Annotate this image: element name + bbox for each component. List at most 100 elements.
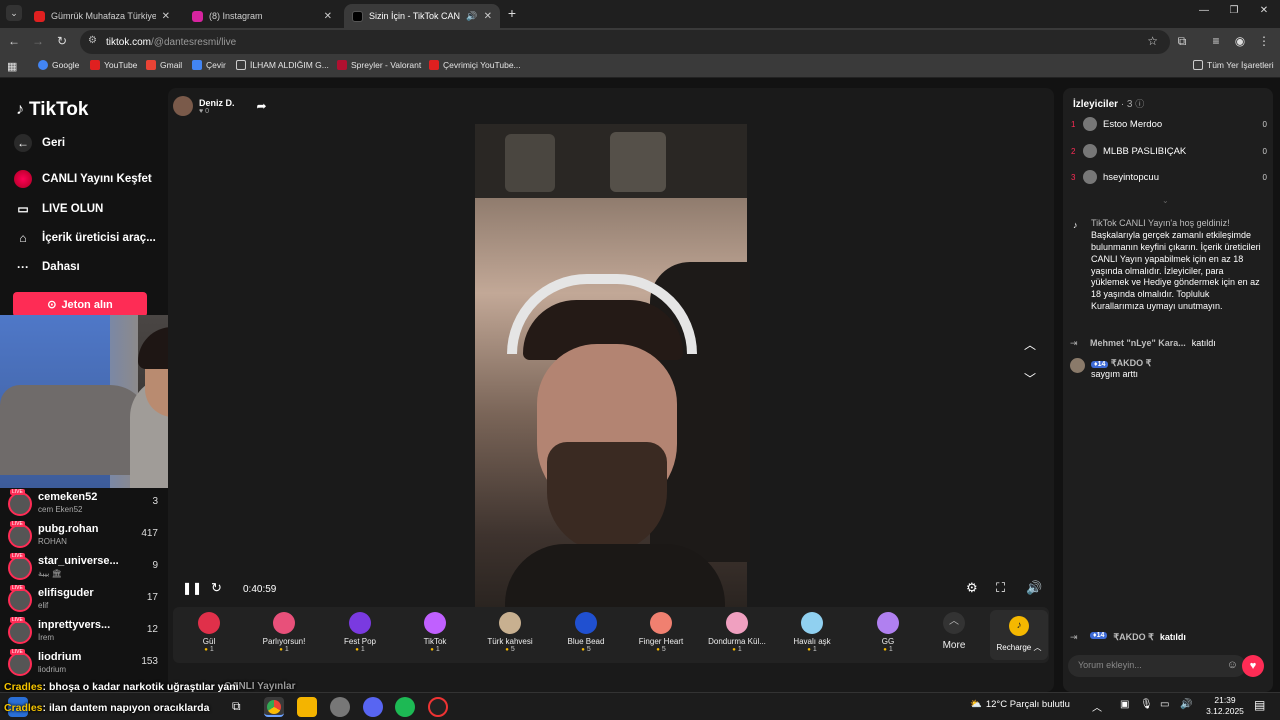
live-list-item[interactable]: LIVE elifisguder elif 17 [8,585,158,616]
comment-input[interactable]: Yorum ekleyin... ☺ [1068,655,1246,677]
forward-icon[interactable]: → [30,34,46,48]
pause-icon[interactable]: ❚❚ [182,581,202,595]
live-list-item[interactable]: LIVE cemeken52 cem Eken52 3 [8,489,158,520]
window-close-icon[interactable]: ✕ [1256,5,1272,16]
refresh-icon[interactable]: ↻ [211,580,222,596]
collapse-chevron-icon[interactable]: ⌄ [1162,196,1169,205]
bookmark-star-icon[interactable]: ☆ [1147,34,1158,48]
discord-icon[interactable] [363,697,383,717]
apps-grid-icon[interactable]: ▦ [7,60,17,73]
profile-icon[interactable]: ◉ [1232,34,1248,48]
tray-app-icon[interactable]: ▣ [1120,699,1129,710]
nav-creator-tools[interactable]: ⌂ İçerik üreticisi araç... [14,229,155,247]
welcome-title: TikTok CANLI Yayın'a hoş geldiniz! [1091,218,1230,228]
app-icon[interactable] [330,697,350,717]
gift-item[interactable]: Dondurma Kül...1 [699,612,775,653]
tab-instagram[interactable]: (8) Instagram ✕ [184,4,340,28]
welcome-message: ♪ TikTok CANLI Yayın'a hoş geldiniz! Baş… [1073,218,1263,313]
spotify-icon[interactable] [395,697,415,717]
tab-tiktok-live[interactable]: Sizin İçin - TikTok CANLI Ya 🔊 ✕ [344,4,500,28]
live-list-item[interactable]: LIVE star_universe... بيبة 🏛 9 [8,553,158,584]
buy-coins-button[interactable]: ⊙ Jeton alın [13,292,147,317]
notification-icon[interactable]: ▤ [1254,698,1265,712]
gift-item[interactable]: TikTok1 [397,612,473,653]
nav-live-explore[interactable]: CANLI Yayını Keşfet [14,170,152,188]
bookmark-translate[interactable]: Çevir [192,60,226,70]
bookmark-youtube[interactable]: YouTube [90,60,137,70]
settings-gear-icon[interactable]: ⚙ [966,580,978,596]
chat-username[interactable]: ₹AKDO ₹ [1113,632,1153,643]
volume-tray-icon[interactable]: 🔊 [1180,699,1192,710]
live-list-item[interactable]: LIVE liodrium liodrium 153 [8,649,158,680]
gift-more-button[interactable]: ︿ More [916,612,992,651]
viewer-row[interactable]: 2 MLBB PASLIBIÇAK 0 [1071,141,1267,161]
media-control-icon[interactable]: ≡ [1208,34,1224,48]
weather-widget[interactable]: ⛅ 12°C Parçalı bulutlu [970,699,1070,710]
info-icon[interactable]: ⓘ [1135,99,1144,109]
restore-icon[interactable]: ❐ [1226,5,1242,16]
new-tab-icon[interactable]: + [504,5,520,21]
gift-item[interactable]: Havalı aşk1 [774,612,850,653]
host-info[interactable]: Deniz D. ♥ 0 ➦ [173,94,267,118]
next-live-icon[interactable]: ﹀ [1024,370,1036,387]
all-bookmarks[interactable]: Tüm Yer İşaretleri [1193,60,1274,70]
tab-gumruk[interactable]: Gümrük Muhafaza Türkiye 27. E ✕ [26,4,178,28]
reload-icon[interactable]: ↻ [54,34,70,48]
tiktok-logo[interactable]: ♪ TikTok [16,99,88,121]
task-view-icon[interactable]: ⧉ [232,699,241,714]
like-heart-button[interactable]: ♥ [1242,655,1264,677]
address-bar[interactable]: ⚙ tiktok.com/@dantesresmi/live ☆ [80,30,1170,54]
microphone-icon[interactable]: 🎙 [1140,699,1153,710]
bookmark-spreyler[interactable]: Spreyler - Valorant [337,60,421,70]
bookmark-youtube-online[interactable]: Çevrimiçi YouTube... [429,60,521,70]
viewer-rank: 3 [1071,172,1076,182]
bookmark-ilham[interactable]: İLHAM ALDIĞIM G... [236,60,329,70]
network-icon[interactable]: ▭ [1160,699,1169,710]
bookmark-gmail[interactable]: Gmail [146,60,182,70]
chat-username[interactable]: ₹AKDO ₹ [1111,358,1151,368]
gift-price: 1 [171,646,247,653]
chat-username[interactable]: Mehmet "nLye" Kara... [1090,338,1186,348]
volume-icon[interactable]: 🔊 [1026,580,1042,596]
close-icon[interactable]: ✕ [162,11,170,22]
recharge-button[interactable]: ♪ Recharge ︿ [990,610,1048,660]
fullscreen-icon[interactable]: ⛶ [996,580,1005,596]
obs-icon[interactable] [428,697,448,717]
menu-dots-icon[interactable]: ⋮ [1256,34,1272,48]
close-icon[interactable]: ✕ [484,11,492,22]
gift-item[interactable]: Türk kahvesi5 [472,612,548,653]
close-icon[interactable]: ✕ [324,11,332,22]
emoji-icon[interactable]: ☺ [1227,659,1238,671]
viewer-row[interactable]: 3 hseyintopcuu 0 [1071,167,1267,187]
minimize-icon[interactable]: — [1196,5,1212,16]
bookmark-google[interactable]: Google [38,60,79,70]
live-list-item[interactable]: LIVE pubg.rohan ROHAN 417 [8,521,158,552]
gift-item[interactable]: Parlıyorsun!1 [246,612,322,653]
live-video[interactable] [475,124,750,608]
clock[interactable]: 21:39 3.12.2025 [1204,695,1246,717]
live-list-item[interactable]: LIVE inprettyvers... İrem 12 [8,617,158,648]
bookmarks-bar: ▦ Google YouTube Gmail Çevir İLHAM ALDIĞ… [0,56,1280,78]
speaker-icon[interactable]: 🔊 [466,11,477,22]
extensions-icon[interactable]: ⧉ [1174,34,1190,49]
avatar[interactable] [1070,358,1085,373]
viewer-row[interactable]: 1 Estoo Merdoo 0 [1071,114,1267,134]
viewer-score: 0 [1262,119,1267,129]
tab-search-icon[interactable]: ⌄ [6,5,22,21]
chrome-taskbar-icon[interactable] [264,697,284,717]
gift-item[interactable]: Fest Pop1 [322,612,398,653]
gift-item[interactable]: Finger Heart5 [623,612,699,653]
tray-chevron-icon[interactable]: ︿ [1092,699,1102,714]
site-info-icon[interactable]: ⚙ [88,35,97,46]
previous-live-icon[interactable]: ︿ [1024,336,1036,353]
nav-back[interactable]: ← Geri [14,134,65,152]
nav-go-live[interactable]: ▭ LIVE OLUN [14,200,103,218]
gift-item[interactable]: GG1 [850,612,926,653]
gift-item[interactable]: Gül1 [171,612,247,653]
gift-item[interactable]: Blue Bead5 [548,612,624,653]
tiktok-note-icon: ♪ [16,101,24,118]
share-icon[interactable]: ➦ [257,99,267,113]
file-explorer-icon[interactable] [297,697,317,717]
nav-more[interactable]: ··· Dahası [14,258,80,276]
back-icon[interactable]: ← [6,34,22,48]
